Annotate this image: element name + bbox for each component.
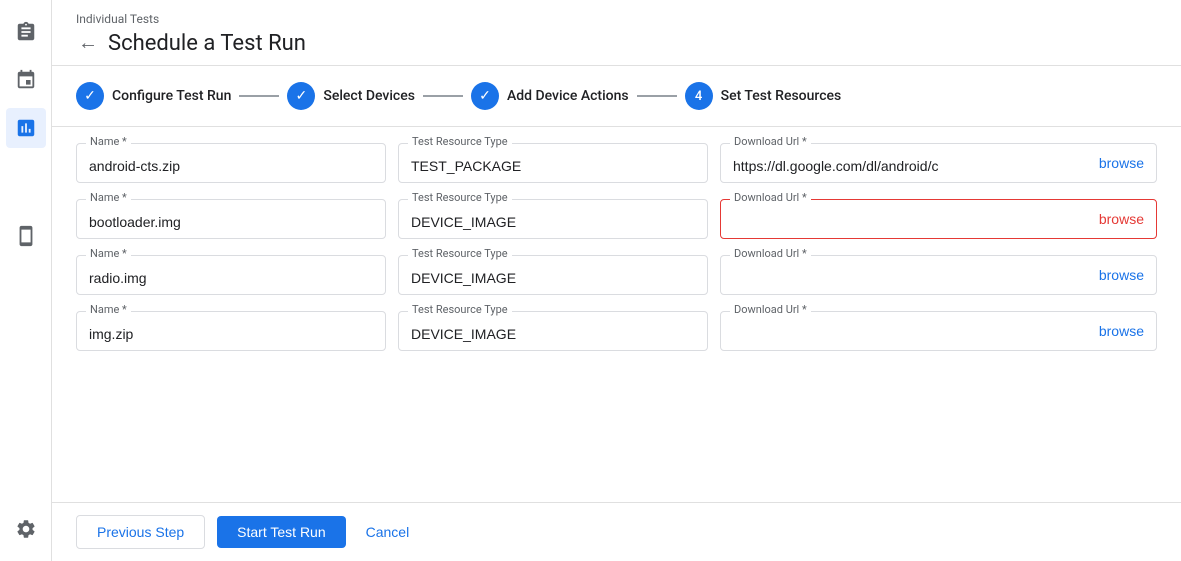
resource-1-name-input[interactable] (76, 143, 386, 183)
resource-3-url-field: Download Url * browse (720, 255, 1157, 295)
footer: Previous Step Start Test Run Cancel (52, 502, 1181, 561)
content-area: Name * Test Resource Type Download Url *… (52, 127, 1181, 502)
cancel-button[interactable]: Cancel (358, 516, 418, 548)
step-4: 4 Set Test Resources (685, 82, 842, 110)
step-connector-3 (637, 95, 677, 97)
resource-3-type-field: Test Resource Type (398, 255, 708, 295)
step-3: Add Device Actions (471, 82, 629, 110)
step-1: Configure Test Run (76, 82, 231, 110)
step-1-circle (76, 82, 104, 110)
resource-2-type-input[interactable] (398, 199, 708, 239)
resource-2-name-field: Name * (76, 199, 386, 239)
step-4-label: Set Test Resources (721, 88, 842, 104)
sidebar (0, 0, 52, 561)
resource-1-type-input[interactable] (398, 143, 708, 183)
resource-3-url-input[interactable] (721, 256, 1087, 294)
sidebar-icon-settings[interactable] (6, 509, 46, 549)
resource-3-name-field: Name * (76, 255, 386, 295)
resource-row-2: Name * Test Resource Type Download Url *… (76, 199, 1157, 239)
resource-2-url-label: Download Url * (730, 191, 811, 204)
resource-2-name-label: Name * (86, 191, 131, 204)
header: Individual Tests ← Schedule a Test Run (52, 0, 1181, 66)
step-4-circle: 4 (685, 82, 713, 110)
resource-1-name-label: Name * (86, 135, 131, 148)
resource-3-url-label: Download Url * (730, 247, 811, 260)
resource-1-name-field: Name * (76, 143, 386, 183)
resource-2-url-wrapper: browse (720, 199, 1157, 239)
resource-2-name-input[interactable] (76, 199, 386, 239)
breadcrumb: Individual Tests (76, 12, 1157, 26)
resource-3-url-wrapper: browse (720, 255, 1157, 295)
resource-4-url-label: Download Url * (730, 303, 811, 316)
step-connector-1 (239, 95, 279, 97)
sidebar-icon-calendar[interactable] (6, 60, 46, 100)
resource-row-3: Name * Test Resource Type Download Url *… (76, 255, 1157, 295)
resource-2-url-field: Download Url * browse (720, 199, 1157, 239)
resource-1-url-input[interactable] (721, 144, 1087, 182)
back-button[interactable]: ← (76, 30, 100, 57)
sidebar-icon-phone[interactable] (6, 216, 46, 256)
main-content: Individual Tests ← Schedule a Test Run C… (52, 0, 1181, 561)
resource-1-type-label: Test Resource Type (408, 135, 512, 148)
resource-1-url-field: Download Url * browse (720, 143, 1157, 183)
step-1-label: Configure Test Run (112, 88, 231, 104)
resource-2-url-input[interactable] (721, 200, 1087, 238)
resource-4-url-field: Download Url * browse (720, 311, 1157, 351)
resource-2-browse-button[interactable]: browse (1087, 211, 1156, 227)
sidebar-icon-clipboard[interactable] (6, 12, 46, 52)
resource-3-browse-button[interactable]: browse (1087, 267, 1156, 283)
step-connector-2 (423, 95, 463, 97)
resource-4-name-input[interactable] (76, 311, 386, 351)
resource-1-type-field: Test Resource Type (398, 143, 708, 183)
start-test-run-button[interactable]: Start Test Run (217, 516, 345, 548)
resource-4-type-input[interactable] (398, 311, 708, 351)
resource-row-1: Name * Test Resource Type Download Url *… (76, 143, 1157, 183)
resource-3-type-label: Test Resource Type (408, 247, 512, 260)
resource-4-name-field: Name * (76, 311, 386, 351)
resource-4-type-label: Test Resource Type (408, 303, 512, 316)
step-3-circle (471, 82, 499, 110)
step-2-circle (287, 82, 315, 110)
resource-4-name-label: Name * (86, 303, 131, 316)
resource-3-name-input[interactable] (76, 255, 386, 295)
resource-row-4: Name * Test Resource Type Download Url *… (76, 311, 1157, 351)
resource-3-name-label: Name * (86, 247, 131, 260)
resource-4-url-input[interactable] (721, 312, 1087, 350)
step-2: Select Devices (287, 82, 415, 110)
sidebar-icon-chart[interactable] (6, 108, 46, 148)
resource-2-type-field: Test Resource Type (398, 199, 708, 239)
resource-1-browse-button[interactable]: browse (1087, 155, 1156, 171)
resource-2-type-label: Test Resource Type (408, 191, 512, 204)
resource-1-url-wrapper: browse (720, 143, 1157, 183)
resource-4-type-field: Test Resource Type (398, 311, 708, 351)
resource-4-browse-button[interactable]: browse (1087, 323, 1156, 339)
step-2-label: Select Devices (323, 88, 415, 104)
step-3-label: Add Device Actions (507, 88, 629, 104)
previous-step-button[interactable]: Previous Step (76, 515, 205, 549)
resource-1-url-label: Download Url * (730, 135, 811, 148)
page-title: Schedule a Test Run (108, 31, 306, 56)
steps-bar: Configure Test Run Select Devices Add De… (52, 66, 1181, 127)
resource-3-type-input[interactable] (398, 255, 708, 295)
resource-4-url-wrapper: browse (720, 311, 1157, 351)
